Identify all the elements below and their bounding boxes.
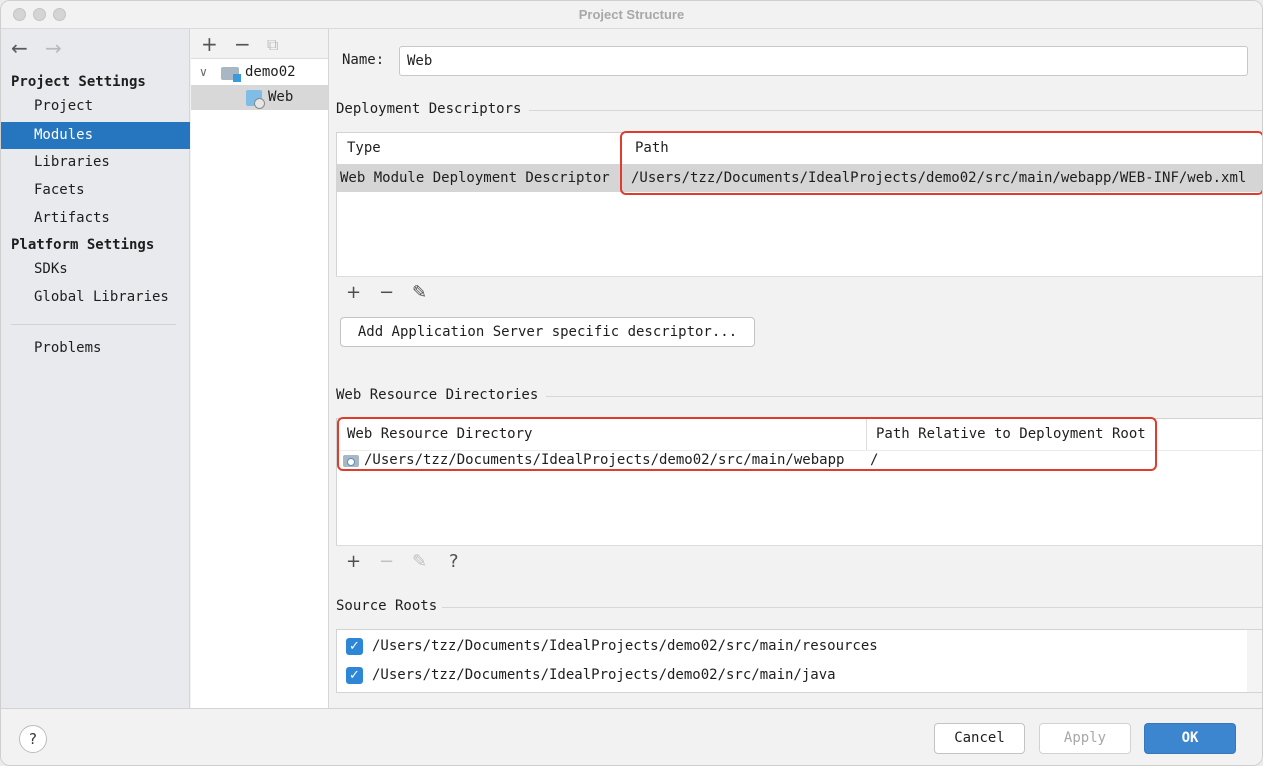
sidebar-item-global-libraries[interactable]: Global Libraries	[1, 284, 190, 311]
deployment-descriptors-table[interactable]: Type Path Web Module Deployment Descript…	[336, 132, 1262, 277]
column-divider[interactable]	[621, 133, 622, 164]
table-row[interactable]: /Users/tzz/Documents/IdealProjects/demo0…	[337, 451, 1262, 471]
copy-icon[interactable]: ⧉	[267, 35, 278, 55]
sidebar-item-facets[interactable]: Facets	[1, 177, 190, 204]
help-button[interactable]: ?	[19, 725, 47, 753]
column-header-type[interactable]: Type	[337, 133, 621, 164]
group-divider	[546, 396, 1262, 397]
source-roots-list: ✓ /Users/tzz/Documents/IdealProjects/dem…	[336, 629, 1262, 693]
source-root-path: /Users/tzz/Documents/IdealProjects/demo0…	[372, 638, 878, 654]
group-divider	[442, 607, 1262, 608]
source-root-path: /Users/tzz/Documents/IdealProjects/demo0…	[372, 667, 836, 683]
back-arrow-icon[interactable]: ←	[11, 36, 28, 60]
title-bar: Project Structure	[1, 1, 1262, 29]
forward-arrow-icon[interactable]: →	[45, 36, 62, 60]
deployment-descriptors-title: Deployment Descriptors	[336, 101, 522, 117]
descriptor-type-cell: Web Module Deployment Descriptor	[340, 170, 610, 186]
module-folder-icon	[221, 67, 241, 82]
source-roots-title: Source Roots	[336, 598, 438, 614]
checkbox-checked-icon[interactable]: ✓	[346, 667, 363, 684]
list-item[interactable]: ✓ /Users/tzz/Documents/IdealProjects/dem…	[337, 661, 1247, 689]
sidebar-divider	[11, 324, 176, 325]
cancel-button[interactable]: Cancel	[934, 723, 1025, 754]
relative-path-cell: /	[870, 452, 879, 468]
module-tree-pane: + − ⧉ ∨ demo02 Web	[191, 29, 329, 708]
project-settings-header: Project Settings	[11, 74, 146, 90]
deployment-table-toolbar: + − ✎	[336, 276, 1262, 307]
chevron-down-icon[interactable]: ∨	[199, 60, 208, 85]
edit-pencil-icon[interactable]: ✎	[412, 282, 427, 303]
sidebar-item-problems[interactable]: Problems	[1, 335, 190, 362]
list-item[interactable]: ✓ /Users/tzz/Documents/IdealProjects/dem…	[337, 632, 1247, 660]
checkbox-checked-icon[interactable]: ✓	[346, 638, 363, 655]
window-title: Project Structure	[578, 7, 685, 22]
sidebar-item-artifacts[interactable]: Artifacts	[1, 205, 190, 232]
add-icon[interactable]: +	[346, 551, 361, 572]
platform-settings-header: Platform Settings	[11, 237, 155, 253]
column-header-path[interactable]: Path	[625, 133, 1262, 164]
add-icon[interactable]: +	[201, 32, 218, 56]
column-header-web-resource-directory[interactable]: Web Resource Directory	[337, 419, 866, 450]
sidebar-item-libraries[interactable]: Libraries	[1, 149, 190, 176]
tree-toolbar: + − ⧉	[191, 29, 328, 59]
vertical-scrollbar[interactable]	[1247, 630, 1262, 692]
name-field[interactable]: Web	[399, 46, 1248, 76]
edit-pencil-icon[interactable]: ✎	[412, 551, 427, 572]
remove-icon[interactable]: −	[379, 551, 394, 572]
column-header-relative-path[interactable]: Path Relative to Deployment Root	[866, 419, 1166, 450]
help-question-icon[interactable]: ?	[449, 551, 459, 572]
settings-sidebar: ← → Project Settings Project Modules Lib…	[1, 29, 190, 708]
name-label: Name:	[342, 52, 385, 68]
add-server-descriptor-button[interactable]: Add Application Server specific descript…	[340, 317, 755, 347]
remove-icon[interactable]: −	[379, 282, 394, 303]
sidebar-item-modules[interactable]: Modules	[1, 122, 190, 149]
group-divider	[529, 110, 1262, 111]
web-resource-directory-cell: /Users/tzz/Documents/IdealProjects/demo0…	[364, 452, 845, 468]
tree-module-label: demo02	[245, 64, 296, 80]
ok-button[interactable]: OK	[1144, 723, 1236, 754]
tree-node-web-facet[interactable]: Web	[191, 85, 328, 110]
web-resource-directories-title: Web Resource Directories	[336, 387, 539, 403]
facet-settings-panel: Name: Web Deployment Descriptors Type Pa…	[330, 29, 1262, 708]
web-resource-table-toolbar: + − ✎ ?	[336, 545, 1262, 576]
add-icon[interactable]: +	[346, 282, 361, 303]
dialog-footer: ? Cancel Apply OK	[1, 708, 1262, 765]
web-folder-icon	[343, 455, 359, 467]
descriptor-path-cell: /Users/tzz/Documents/IdealProjects/demo0…	[631, 170, 1247, 186]
project-structure-window: Project Structure ← → Project Settings P…	[0, 0, 1263, 766]
web-resource-directories-table[interactable]: Web Resource Directory Path Relative to …	[336, 418, 1262, 546]
source-roots-items: ✓ /Users/tzz/Documents/IdealProjects/dem…	[337, 630, 1247, 692]
sidebar-item-sdks[interactable]: SDKs	[1, 256, 190, 283]
remove-icon[interactable]: −	[234, 32, 251, 56]
tree-node-module[interactable]: ∨ demo02	[191, 60, 328, 85]
tree-facet-label: Web	[268, 89, 294, 105]
sidebar-item-project[interactable]: Project	[1, 93, 190, 120]
apply-button[interactable]: Apply	[1039, 723, 1131, 754]
web-facet-icon	[246, 90, 265, 109]
